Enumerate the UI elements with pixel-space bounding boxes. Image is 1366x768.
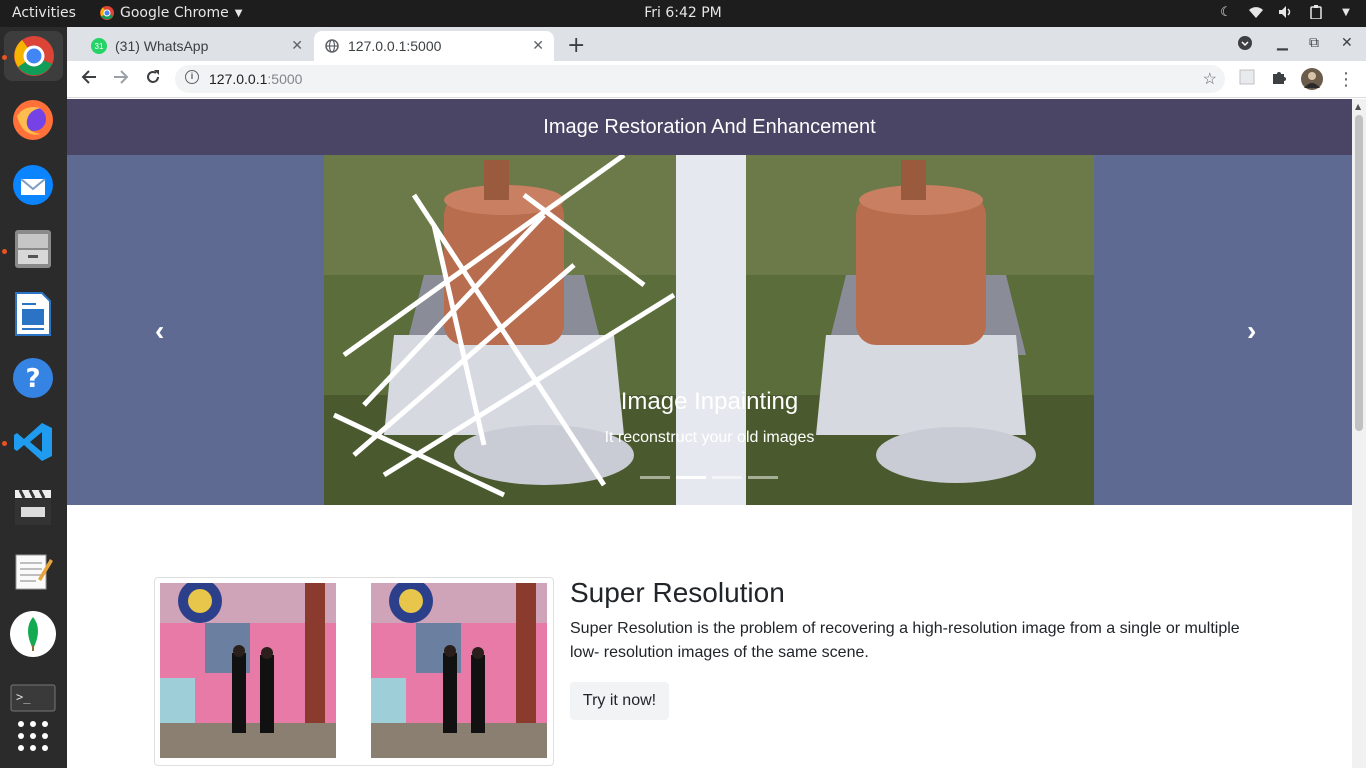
- carousel-indicators: [640, 476, 778, 479]
- dock-firefox[interactable]: [8, 95, 58, 145]
- help-icon: ?: [13, 358, 53, 398]
- carousel-indicator[interactable]: [640, 476, 670, 479]
- firefox-icon: [13, 100, 53, 140]
- clock[interactable]: Fri 6:42 PM: [0, 5, 1366, 21]
- browser-toolbar: i 127.0.0.1:5000 ☆ ⋮: [67, 61, 1366, 98]
- carousel-next-button[interactable]: ›: [1247, 315, 1256, 347]
- carousel-indicator[interactable]: [712, 476, 742, 479]
- file-cabinet-icon: [15, 230, 51, 268]
- system-tray[interactable]: ☾ ▼: [1218, 4, 1354, 20]
- forward-arrow-icon[interactable]: [113, 69, 129, 90]
- new-tab-button[interactable]: +: [567, 33, 585, 58]
- svg-text:>_: >_: [16, 690, 31, 704]
- dock-mongodb[interactable]: [8, 609, 58, 659]
- extension-icon[interactable]: [1239, 69, 1255, 90]
- dock-thunderbird[interactable]: [8, 160, 58, 210]
- tab-localhost[interactable]: 127.0.0.1:5000 ✕: [314, 31, 554, 61]
- carousel-caption-subtitle: It reconstruct your old images: [604, 429, 815, 446]
- chrome-icon: [13, 36, 54, 76]
- app-grid-icon: [18, 721, 48, 751]
- globe-icon: [324, 38, 340, 54]
- night-light-icon: ☾: [1220, 4, 1232, 20]
- damaged-image: [324, 155, 676, 505]
- low-res-thumbnail: [160, 583, 336, 758]
- carousel-indicator[interactable]: [676, 476, 706, 479]
- thunderbird-icon: [13, 165, 53, 205]
- chevron-down-icon: ▼: [1342, 6, 1350, 18]
- dock-show-apps[interactable]: [8, 711, 58, 761]
- wifi-icon: [1248, 4, 1264, 20]
- back-arrow-icon[interactable]: [81, 69, 97, 90]
- carousel-prev-button[interactable]: ‹: [155, 315, 164, 347]
- feature-title: Super Resolution: [570, 577, 785, 608]
- reload-icon[interactable]: [145, 69, 161, 90]
- bookmark-star-icon[interactable]: ☆: [1203, 69, 1217, 89]
- whatsapp-icon: 31: [91, 38, 107, 54]
- tab-whatsapp[interactable]: 31 (31) WhatsApp ✕: [81, 31, 313, 61]
- site-title: Image Restoration And Enhancement: [543, 116, 876, 138]
- image-divider: [676, 155, 746, 505]
- address-bar[interactable]: i 127.0.0.1:5000 ☆: [175, 65, 1225, 93]
- page-scrollbar[interactable]: ▲: [1352, 99, 1366, 768]
- site-navbar: Image Restoration And Enhancement: [67, 99, 1352, 155]
- notepad-icon: [15, 554, 53, 590]
- system-top-bar: Activities Google Chrome ▼ Fri 6:42 PM ☾…: [0, 0, 1366, 27]
- web-page: Image Restoration And Enhancement ‹ › Im…: [67, 99, 1352, 768]
- terminal-icon: >_: [10, 684, 56, 712]
- svg-text:?: ?: [25, 364, 40, 394]
- tab-label: 127.0.0.1:5000: [348, 38, 442, 54]
- image-carousel: ‹ › Image Inpainting It reconstruct your…: [67, 155, 1352, 505]
- scroll-up-icon[interactable]: ▲: [1355, 102, 1361, 111]
- mongodb-leaf-icon: [10, 611, 56, 657]
- url-port: :5000: [267, 71, 303, 87]
- dock-files[interactable]: [8, 224, 58, 274]
- dock-text-editor[interactable]: [8, 545, 58, 595]
- puzzle-icon[interactable]: [1271, 69, 1287, 90]
- avatar[interactable]: [1301, 68, 1323, 95]
- tab-search-icon[interactable]: [1237, 35, 1253, 55]
- tab-label: (31) WhatsApp: [115, 38, 209, 54]
- url-host: 127.0.0.1: [209, 71, 268, 87]
- maximize-button[interactable]: ⧉: [1309, 35, 1319, 51]
- close-icon[interactable]: ✕: [291, 37, 303, 54]
- dock-writer[interactable]: [8, 289, 58, 339]
- feature-image-card: [154, 577, 554, 766]
- carousel-caption-title: Image Inpainting: [620, 388, 799, 415]
- dock-video-editor[interactable]: [8, 481, 58, 531]
- carousel-indicator[interactable]: [748, 476, 778, 479]
- dock-chrome[interactable]: [4, 31, 63, 81]
- document-writer-icon: [15, 292, 51, 336]
- vscode-icon: [14, 423, 52, 461]
- close-window-button[interactable]: ✕: [1341, 35, 1353, 51]
- kebab-menu-icon[interactable]: ⋮: [1337, 69, 1355, 90]
- feature-description: Super Resolution is the problem of recov…: [570, 620, 1240, 661]
- dock-help[interactable]: ?: [8, 353, 58, 403]
- dock-vscode[interactable]: [8, 417, 58, 467]
- tab-strip: 31 (31) WhatsApp ✕ 127.0.0.1:5000 ✕ + ▁ …: [67, 27, 1366, 61]
- clipboard-icon: [1308, 4, 1324, 20]
- clapperboard-icon: [15, 489, 51, 525]
- minimize-button[interactable]: ▁: [1277, 35, 1288, 51]
- high-res-thumbnail: [371, 583, 547, 758]
- info-icon[interactable]: i: [185, 70, 199, 84]
- close-icon[interactable]: ✕: [532, 37, 544, 54]
- scrollbar-thumb[interactable]: [1355, 115, 1363, 431]
- dock: ? >_: [0, 27, 67, 768]
- restored-image: [746, 155, 1094, 505]
- try-it-now-button[interactable]: Try it now!: [570, 682, 669, 720]
- volume-icon: [1278, 4, 1294, 20]
